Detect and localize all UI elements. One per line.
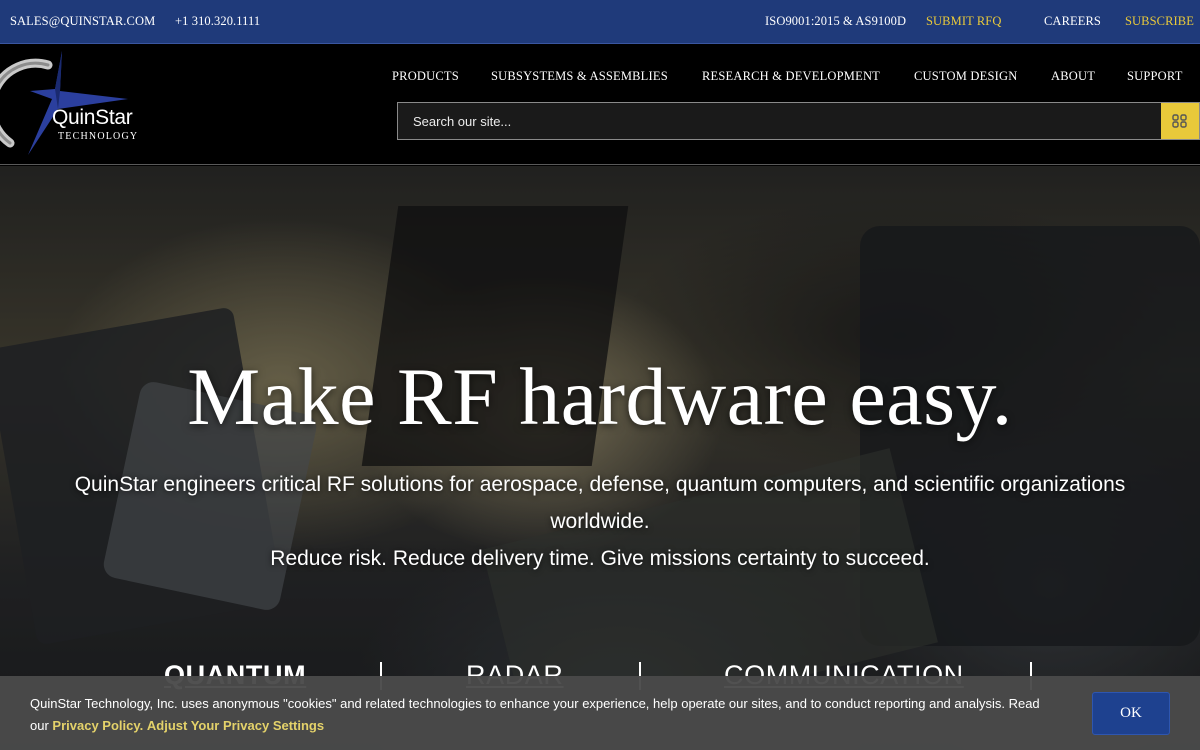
quinstar-logo[interactable]: QuinStar TECHNOLOGY bbox=[0, 51, 150, 161]
search-input[interactable] bbox=[398, 103, 1161, 139]
email-link[interactable]: SALES@QUINSTAR.COM bbox=[10, 14, 155, 29]
nav-custom-design[interactable]: CUSTOM DESIGN bbox=[914, 69, 1017, 84]
hero-section: Make RF hardware easy. QuinStar engineer… bbox=[0, 166, 1200, 750]
nav-about[interactable]: ABOUT bbox=[1051, 69, 1095, 84]
search-grid-icon bbox=[1172, 114, 1187, 128]
submit-rfq-link[interactable]: SUBMIT RFQ bbox=[926, 14, 1001, 29]
hero-tagline: Reduce risk. Reduce delivery time. Give … bbox=[270, 547, 930, 570]
cookie-message: QuinStar Technology, Inc. uses anonymous… bbox=[30, 693, 1060, 737]
top-utility-bar: SALES@QUINSTAR.COM +1 310.320.1111 ISO90… bbox=[0, 0, 1200, 44]
main-nav: PRODUCTS SUBSYSTEMS & ASSEMBLIES RESEARC… bbox=[0, 69, 1200, 83]
hero-lede: QuinStar engineers critical RF solutions… bbox=[74, 473, 1126, 533]
nav-products[interactable]: PRODUCTS bbox=[392, 69, 459, 84]
logo-subtitle: TECHNOLOGY bbox=[58, 131, 139, 142]
cookie-ok-button[interactable]: OK bbox=[1092, 692, 1170, 735]
certification-link[interactable]: ISO9001:2015 & AS9100D bbox=[765, 14, 906, 29]
subscribe-link[interactable]: SUBSCRIBE bbox=[1125, 14, 1194, 29]
logo-wordmark: QuinStar bbox=[52, 106, 133, 129]
nav-subsystems-assemblies[interactable]: SUBSYSTEMS & ASSEMBLIES bbox=[491, 69, 668, 84]
cookie-banner: QuinStar Technology, Inc. uses anonymous… bbox=[0, 676, 1200, 750]
privacy-policy-link[interactable]: Privacy Policy. bbox=[52, 718, 143, 733]
hero-headline: Make RF hardware easy. bbox=[187, 351, 1013, 442]
site-header: QuinStar TECHNOLOGY PRODUCTS SUBSYSTEMS … bbox=[0, 45, 1200, 165]
privacy-settings-link[interactable]: Adjust Your Privacy Settings bbox=[147, 718, 324, 733]
careers-link[interactable]: CAREERS bbox=[1044, 14, 1101, 29]
phone-link[interactable]: +1 310.320.1111 bbox=[175, 14, 260, 29]
nav-support[interactable]: SUPPORT bbox=[1127, 69, 1183, 84]
search-button[interactable] bbox=[1161, 103, 1199, 139]
nav-research-development[interactable]: RESEARCH & DEVELOPMENT bbox=[702, 69, 880, 84]
site-search bbox=[397, 102, 1200, 140]
